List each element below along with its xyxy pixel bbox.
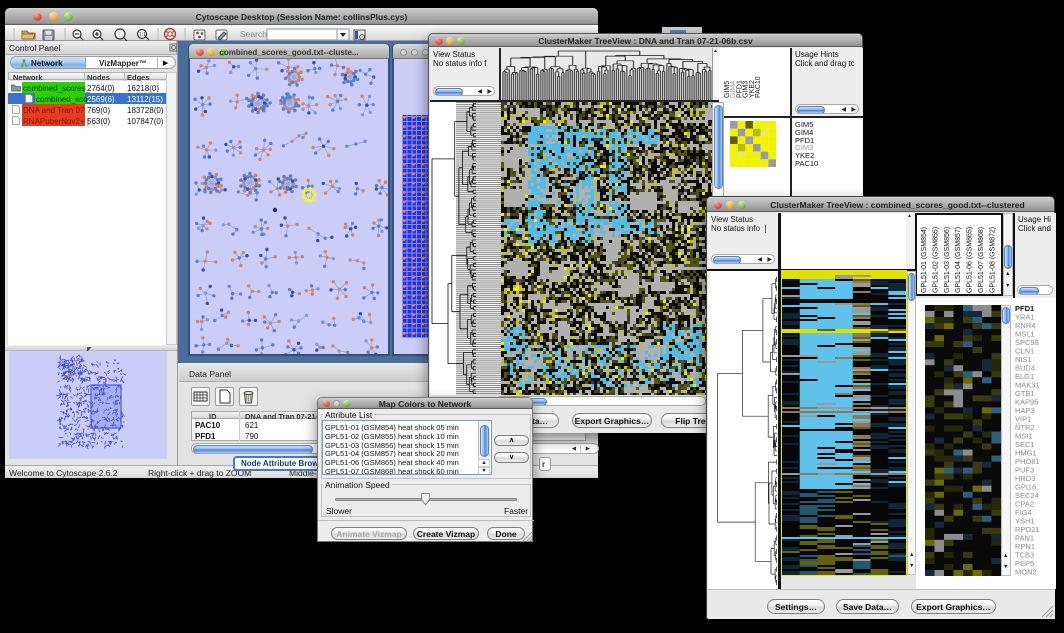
svg-text:GPL51-07 (GSM868): GPL51-07 (GSM868) bbox=[978, 227, 985, 293]
svg-text:Search:: Search: bbox=[240, 29, 269, 39]
svg-text:1:1: 1:1 bbox=[139, 32, 146, 38]
svg-text:PAC10: PAC10 bbox=[755, 76, 762, 98]
svg-text:GPL51-04 (GSM857): GPL51-04 (GSM857) bbox=[955, 227, 962, 293]
svg-text:MON2: MON2 bbox=[1015, 568, 1037, 577]
svg-text:GPL51-06 (GSM865): GPL51-06 (GSM865) bbox=[967, 227, 974, 293]
svg-text:GPL51-08 (GSM872): GPL51-08 (GSM872) bbox=[989, 227, 996, 293]
svg-text:GPL51-03 (GSM856): GPL51-03 (GSM856) bbox=[944, 227, 951, 293]
svg-text:GPL51-01 (GSM854): GPL51-01 (GSM854) bbox=[921, 227, 928, 293]
svg-text:GPL51-02 (GSM855): GPL51-02 (GSM855) bbox=[932, 227, 939, 293]
